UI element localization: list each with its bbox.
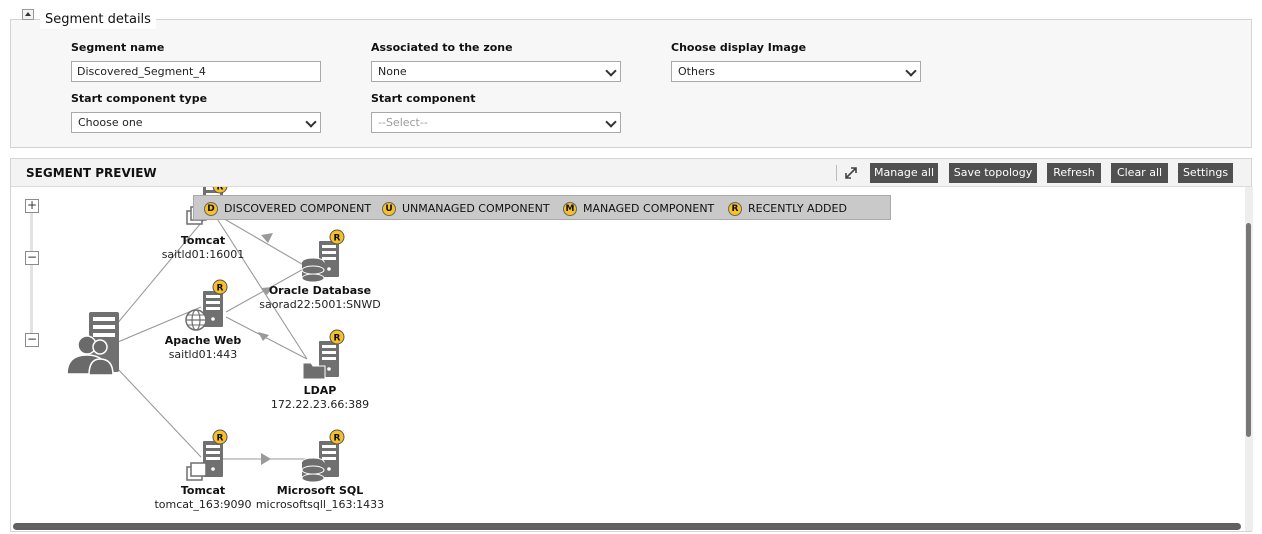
collapse-toggle-icon[interactable] (22, 9, 34, 20)
associated-zone-value: None (378, 65, 407, 78)
header-divider (836, 165, 837, 181)
legend-unmanaged-label: UNMANAGED COMPONENT (402, 202, 550, 215)
horizontal-scrollbar[interactable] (13, 523, 1241, 530)
node-name: Oracle Database (268, 284, 372, 297)
chevron-down-icon (905, 65, 917, 77)
refresh-button[interactable]: Refresh (1047, 163, 1101, 183)
start-component-type-select[interactable]: Choose one (71, 112, 321, 133)
associated-zone-select[interactable]: None (371, 61, 621, 82)
legend-discovered-label: DISCOVERED COMPONENT (224, 202, 372, 215)
unmanaged-badge-icon: U (382, 202, 396, 216)
managed-badge-icon: M (563, 202, 577, 216)
ldap-icon (302, 329, 345, 380)
node-apache-web[interactable]: Apache Web saitld01:443 (123, 334, 283, 362)
display-image-select[interactable]: Others (671, 61, 921, 82)
expand-icon[interactable] (843, 165, 859, 181)
legend-recent: R RECENTLY ADDED (728, 201, 847, 217)
segment-details-title: Segment details (40, 11, 156, 29)
node-tomcat-top[interactable]: Tomcat saitld01:16001 (123, 234, 283, 262)
node-name: Microsoft SQL (276, 484, 364, 497)
preview-title: SEGMENT PREVIEW (26, 166, 157, 180)
recent-badge-icon: R (728, 202, 742, 216)
tomcat-bottom-icon (186, 429, 228, 481)
node-microsoft-sql[interactable]: Microsoft SQL microsoftsqll_163:1433 (240, 484, 400, 512)
clear-all-button[interactable]: Clear all (1111, 163, 1168, 183)
node-name: Apache Web (164, 334, 242, 347)
microsoft-sql-icon (301, 429, 345, 483)
vertical-scrollbar-thumb[interactable] (1246, 223, 1251, 437)
node-address: 172.22.23.66:389 (270, 398, 370, 411)
segment-name-label: Segment name (71, 41, 165, 54)
oracle-database-icon (301, 229, 345, 283)
node-name: LDAP (303, 384, 337, 397)
display-image-label: Choose display Image (671, 41, 807, 54)
legend-managed: M MANAGED COMPONENT (563, 201, 714, 217)
discovered-badge-icon: D (204, 202, 218, 216)
node-address: saorad22:5001:SNWD (259, 298, 381, 311)
node-name: Tomcat (180, 234, 226, 247)
save-topology-button[interactable]: Save topology (949, 163, 1037, 183)
legend-recent-label: RECENTLY ADDED (748, 202, 847, 215)
client-user-icon (66, 312, 119, 376)
associated-zone-label: Associated to the zone (371, 41, 513, 54)
zoom-slider-handle[interactable]: − (25, 251, 39, 265)
start-component-type-label: Start component type (71, 92, 208, 105)
component-legend: D DISCOVERED COMPONENT U UNMANAGED COMPONE… (193, 195, 891, 220)
chevron-down-icon (605, 116, 617, 128)
node-address: microsoftsqll_163:1433 (255, 498, 385, 511)
zoom-out-button[interactable]: − (25, 333, 39, 347)
node-address: saitld01:443 (168, 348, 238, 361)
node-ldap[interactable]: LDAP 172.22.23.66:389 (240, 384, 400, 412)
zoom-slider-track[interactable] (30, 211, 33, 341)
chevron-down-icon (305, 116, 317, 128)
legend-managed-label: MANAGED COMPONENT (583, 202, 715, 215)
topology-canvas[interactable]: R (11, 187, 1249, 531)
start-component-label: Start component (371, 92, 476, 105)
node-address: saitld01:16001 (161, 248, 245, 261)
apache-web-icon (185, 279, 228, 331)
vertical-scrollbar[interactable] (1245, 187, 1253, 531)
legend-discovered: D DISCOVERED COMPONENT (204, 201, 371, 217)
settings-button[interactable]: Settings (1178, 163, 1233, 183)
node-oracle-database[interactable]: Oracle Database saorad22:5001:SNWD (240, 284, 400, 312)
zoom-in-button[interactable]: + (25, 199, 39, 213)
segment-name-input[interactable]: Discovered_Segment_4 (71, 61, 321, 82)
start-component-value: --Select-- (378, 116, 428, 129)
preview-header: SEGMENT PREVIEW Manage all Save topology… (11, 159, 1251, 187)
start-component-select[interactable]: --Select-- (371, 112, 621, 133)
manage-all-button[interactable]: Manage all (870, 163, 938, 183)
display-image-value: Others (678, 65, 715, 78)
legend-unmanaged: U UNMANAGED COMPONENT (382, 201, 550, 217)
start-component-type-value: Choose one (78, 116, 143, 129)
chevron-down-icon (605, 65, 617, 77)
segment-preview-panel: SEGMENT PREVIEW Manage all Save topology… (10, 158, 1253, 532)
